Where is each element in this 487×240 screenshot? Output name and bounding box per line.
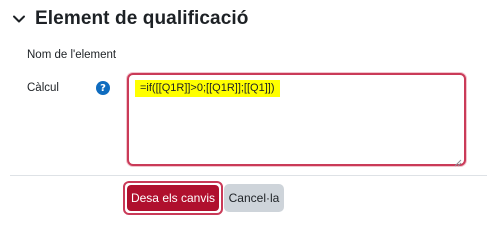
resize-grip-icon[interactable] — [454, 154, 462, 167]
form-divider — [10, 175, 487, 176]
save-changes-button[interactable]: Desa els canvis — [123, 181, 223, 215]
calculation-formula: =if([[Q1R]]>0;[[Q1R]];[[Q1]]) — [135, 80, 280, 97]
save-changes-label: Desa els canvis — [127, 185, 219, 211]
section-title: Element de qualificació — [35, 8, 249, 29]
grade-item-form: Element de qualificació Nom de l'element… — [0, 0, 487, 225]
chevron-down-icon[interactable] — [12, 12, 26, 26]
item-name-label: Nom de l'element — [27, 49, 117, 61]
calculation-textarea[interactable]: =if([[Q1R]]>0;[[Q1R]];[[Q1]]) — [127, 73, 466, 167]
section-header[interactable]: Element de qualificació — [12, 8, 248, 30]
cancel-button[interactable]: Cancel·la — [224, 184, 284, 212]
calculation-label: Càlcul — [27, 82, 59, 94]
question-circle-icon[interactable]: ? — [96, 81, 110, 95]
